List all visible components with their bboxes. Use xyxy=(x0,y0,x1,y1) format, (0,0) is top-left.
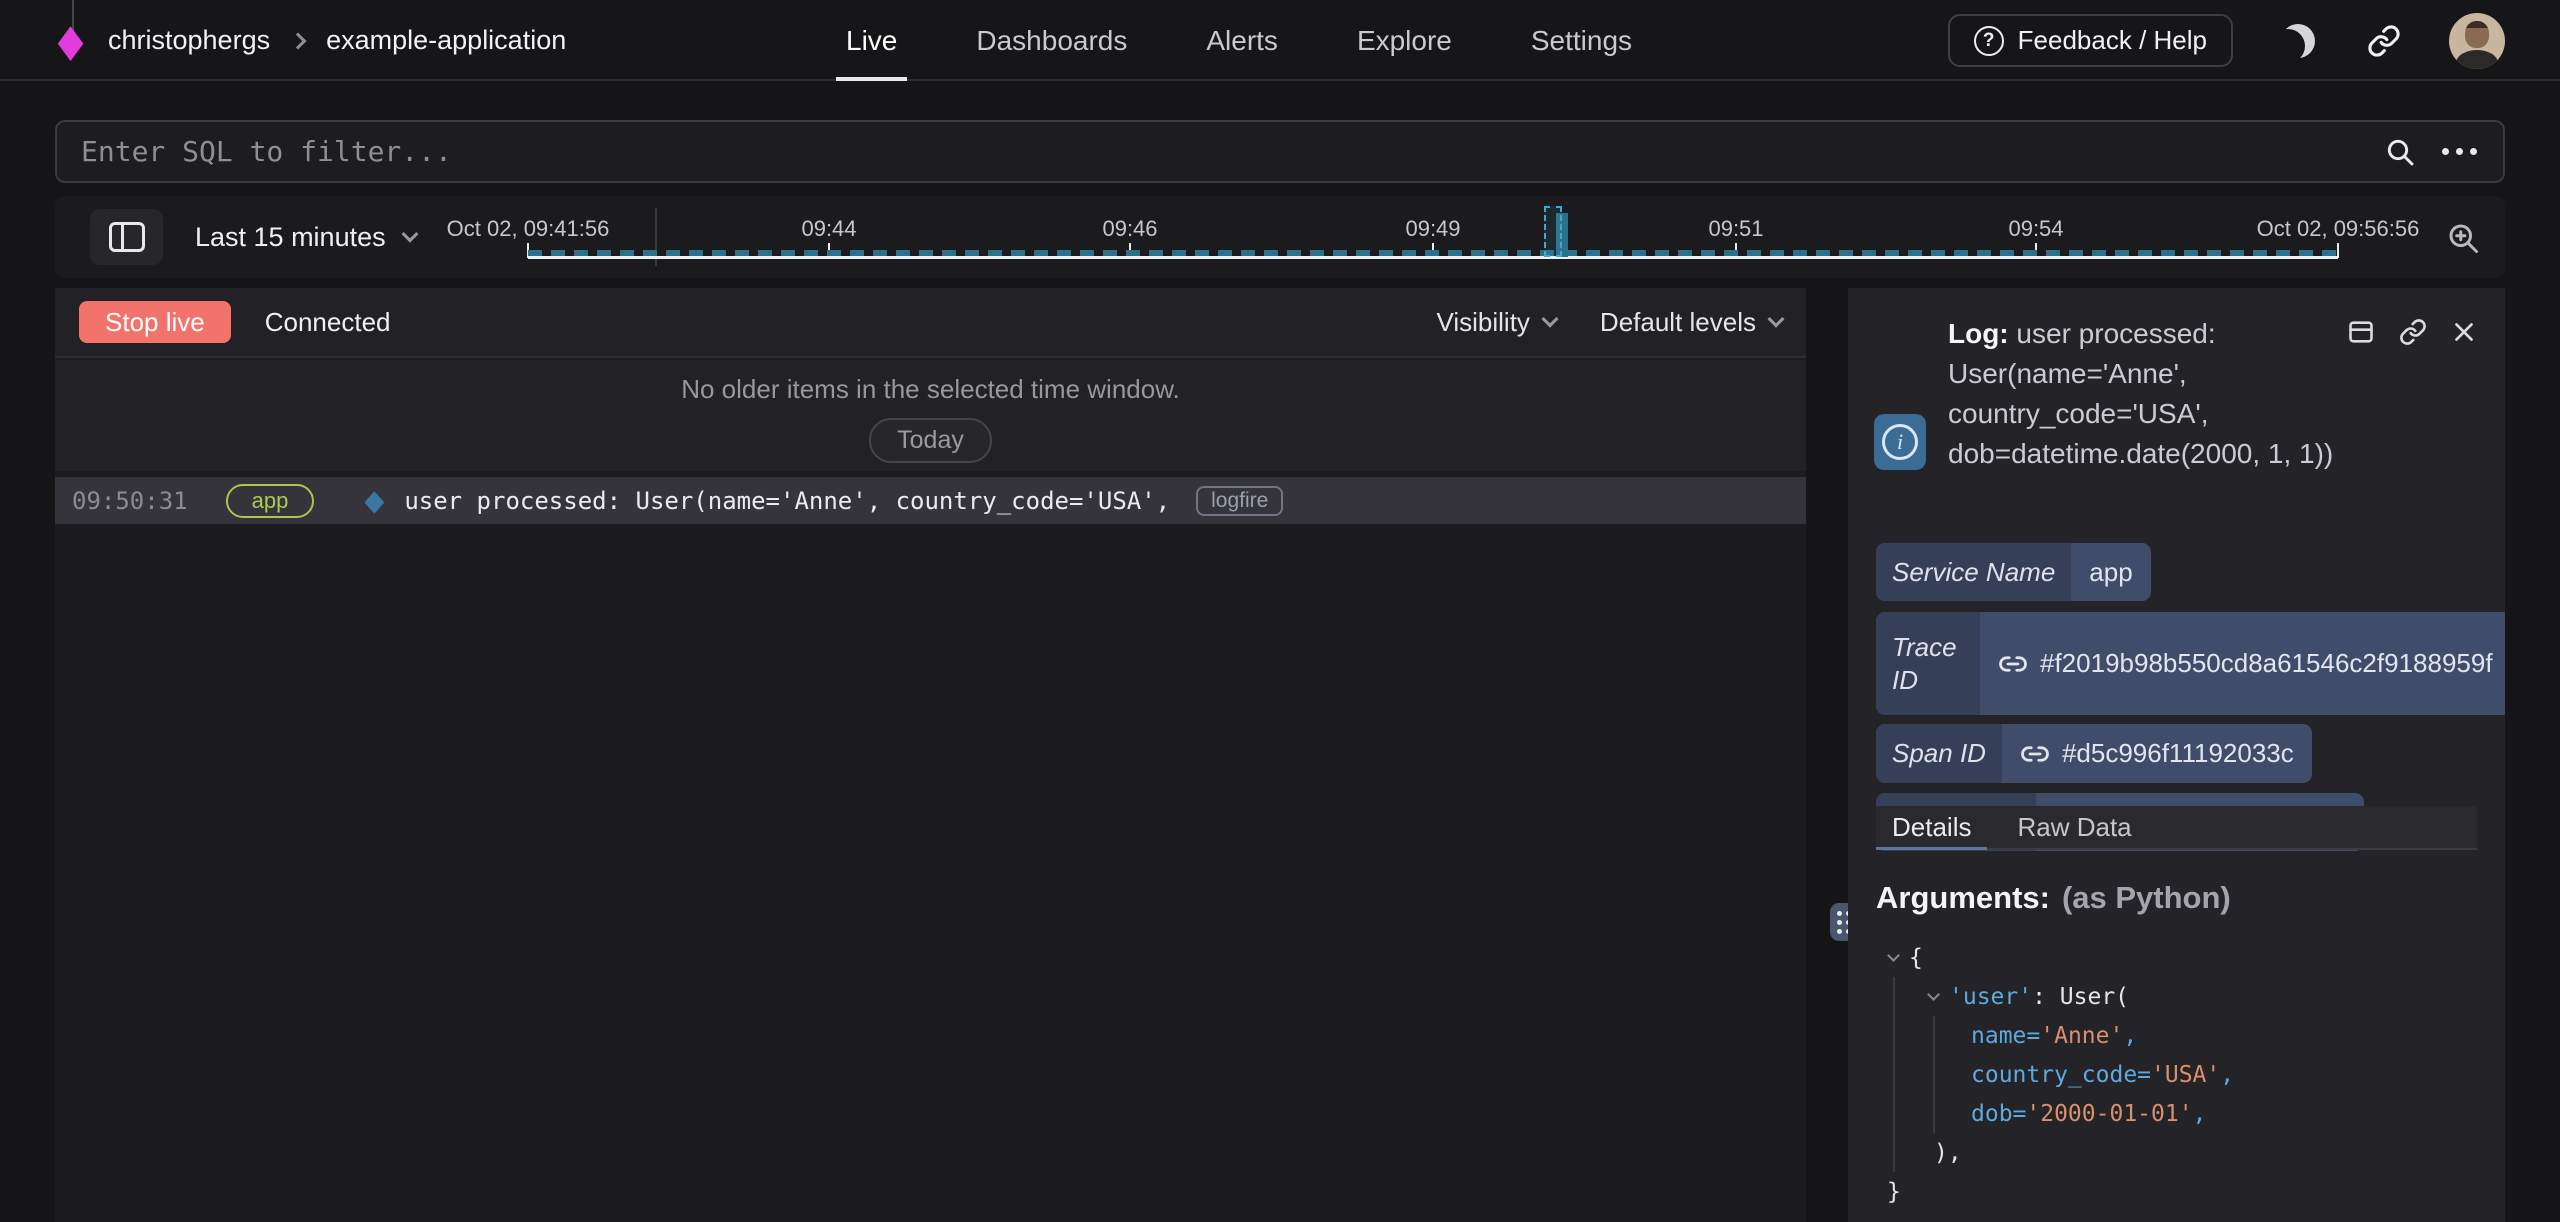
arguments-mode-label: (as Python) xyxy=(2062,880,2231,915)
tab-explore[interactable]: Explore xyxy=(1357,0,1452,81)
time-range-label: Last 15 minutes xyxy=(195,222,386,253)
empty-state: No older items in the selected time wind… xyxy=(55,360,1806,471)
trace-id-value: #f2019b98b550cd8a61546c2f9188959f xyxy=(2040,648,2493,679)
feedback-help-label: Feedback / Help xyxy=(2018,25,2207,56)
collapse-chevron-icon[interactable] xyxy=(1887,949,1900,962)
tab-settings[interactable]: Settings xyxy=(1531,0,1632,81)
close-icon[interactable] xyxy=(2451,319,2477,345)
copy-link-icon[interactable] xyxy=(2399,318,2427,346)
time-range-dropdown[interactable]: Last 15 minutes xyxy=(195,196,416,278)
record-diamond-icon: ◆ xyxy=(364,484,384,518)
scope-badge: logfire xyxy=(1196,486,1283,516)
tab-raw-data[interactable]: Raw Data xyxy=(2001,806,2147,848)
arguments-code-tree: { 'user': User( name='Anne', country_cod… xyxy=(1876,938,2489,1211)
stop-live-button[interactable]: Stop live xyxy=(79,301,231,343)
span-id-value: #d5c996f11192033c xyxy=(2062,738,2294,769)
timeline-tick-label: 09:46 xyxy=(1102,216,1157,242)
record-kind-label: Log: xyxy=(1948,318,2009,349)
field-label: Trace ID xyxy=(1876,612,1980,715)
chevron-down-icon xyxy=(1541,311,1558,328)
sql-filter-input[interactable] xyxy=(57,122,2384,181)
info-level-icon: i xyxy=(1874,414,1926,470)
sql-filter-bar xyxy=(55,120,2505,183)
primary-nav: Live Dashboards Alerts Explore Settings xyxy=(846,0,1632,81)
timeline-selected-bucket[interactable] xyxy=(1544,206,1562,257)
code-line: dob='2000-01-01', xyxy=(1876,1094,2489,1133)
link-icon xyxy=(1998,649,2028,679)
timeline-tick-label: 09:51 xyxy=(1708,216,1763,242)
timeline-bar: Last 15 minutes Oct 02, 09:41:56 09:44 0… xyxy=(55,196,2505,278)
code-line[interactable]: { xyxy=(1876,938,2489,977)
sidebar-toggle-icon xyxy=(109,222,145,252)
field-service-name: Service Name app xyxy=(1876,543,2151,601)
default-levels-label: Default levels xyxy=(1600,307,1756,338)
field-label: Service Name xyxy=(1876,543,2071,601)
top-nav: ◆ christophergs example-application Live… xyxy=(0,0,2560,81)
arguments-heading: Arguments: (as Python) xyxy=(1876,880,2231,916)
code-line: name='Anne', xyxy=(1876,1016,2489,1055)
details-panel: i Log: user processed: User(name='Anne',… xyxy=(1848,288,2505,1222)
search-icon[interactable] xyxy=(2384,136,2416,168)
log-timestamp: 09:50:31 xyxy=(72,487,188,515)
timeline-end-label: Oct 02, 09:56:56 xyxy=(2257,216,2420,242)
tab-live[interactable]: Live xyxy=(846,0,897,81)
sidebar-toggle-button[interactable] xyxy=(90,209,163,265)
visibility-label: Visibility xyxy=(1436,307,1529,338)
logfire-diamond-icon: ◆ xyxy=(58,18,84,64)
share-link-icon[interactable] xyxy=(2367,24,2401,58)
zoom-in-icon[interactable] xyxy=(2445,220,2481,256)
live-view-panel: Stop live Connected Visibility Default l… xyxy=(55,288,1806,1222)
code-line: } xyxy=(1876,1172,2489,1211)
user-avatar[interactable] xyxy=(2449,13,2505,69)
today-button[interactable]: Today xyxy=(869,418,992,463)
empty-state-message: No older items in the selected time wind… xyxy=(681,374,1180,405)
tab-details[interactable]: Details xyxy=(1876,806,1987,848)
timeline-start-label: Oct 02, 09:41:56 xyxy=(447,216,610,242)
code-line: country_code='USA', xyxy=(1876,1055,2489,1094)
breadcrumb-chevron-icon xyxy=(290,32,307,49)
field-span-id[interactable]: Span ID #d5c996f11192033c xyxy=(1876,724,2312,783)
link-icon xyxy=(2020,739,2050,769)
arguments-heading-label: Arguments: xyxy=(1876,880,2050,915)
theme-moon-icon[interactable] xyxy=(2281,24,2315,58)
nav-right-cluster: ? Feedback / Help xyxy=(1948,0,2505,81)
question-circle-icon: ? xyxy=(1974,26,2004,56)
logfire-live-screen: ◆ christophergs example-application Live… xyxy=(0,0,2560,1222)
field-trace-id[interactable]: Trace ID #f2019b98b550cd8a61546c2f918895… xyxy=(1876,612,2505,715)
record-title: Log: user processed: User(name='Anne', c… xyxy=(1948,314,2352,474)
timeline-tick-label: 09:49 xyxy=(1405,216,1460,242)
live-view-toolbar: Stop live Connected Visibility Default l… xyxy=(55,288,1806,358)
more-options-icon[interactable] xyxy=(2442,148,2477,155)
code-line: ), xyxy=(1876,1133,2489,1172)
logfire-logo[interactable]: ◆ xyxy=(56,0,92,81)
tab-dashboards[interactable]: Dashboards xyxy=(976,0,1127,81)
log-record-row[interactable]: 09:50:31 app ◆ user processed: User(name… xyxy=(55,477,1806,524)
code-line[interactable]: 'user': User( xyxy=(1876,977,2489,1016)
breadcrumb-org[interactable]: christophergs xyxy=(108,25,270,56)
feedback-help-button[interactable]: ? Feedback / Help xyxy=(1948,14,2233,67)
chevron-down-icon xyxy=(1768,311,1785,328)
log-message: user processed: User(name='Anne', countr… xyxy=(404,487,1170,515)
tab-alerts[interactable]: Alerts xyxy=(1206,0,1278,81)
chevron-down-icon xyxy=(401,226,418,243)
breadcrumb-project[interactable]: example-application xyxy=(326,25,566,56)
details-tabs: Details Raw Data xyxy=(1876,806,2477,850)
connection-status: Connected xyxy=(265,307,391,338)
visibility-dropdown[interactable]: Visibility xyxy=(1436,307,1555,338)
timeline-baseline xyxy=(528,256,2338,259)
service-badge: app xyxy=(226,484,315,518)
field-label: Span ID xyxy=(1876,724,2002,783)
collapse-chevron-icon[interactable] xyxy=(1927,988,1940,1001)
timeline-tick-label: 09:54 xyxy=(2008,216,2063,242)
timeline-tick-label: 09:44 xyxy=(801,216,856,242)
default-levels-dropdown[interactable]: Default levels xyxy=(1600,307,1782,338)
info-circle-glyph: i xyxy=(1882,424,1918,460)
field-value: app xyxy=(2071,543,2150,601)
breadcrumb: ◆ christophergs example-application xyxy=(56,0,566,81)
